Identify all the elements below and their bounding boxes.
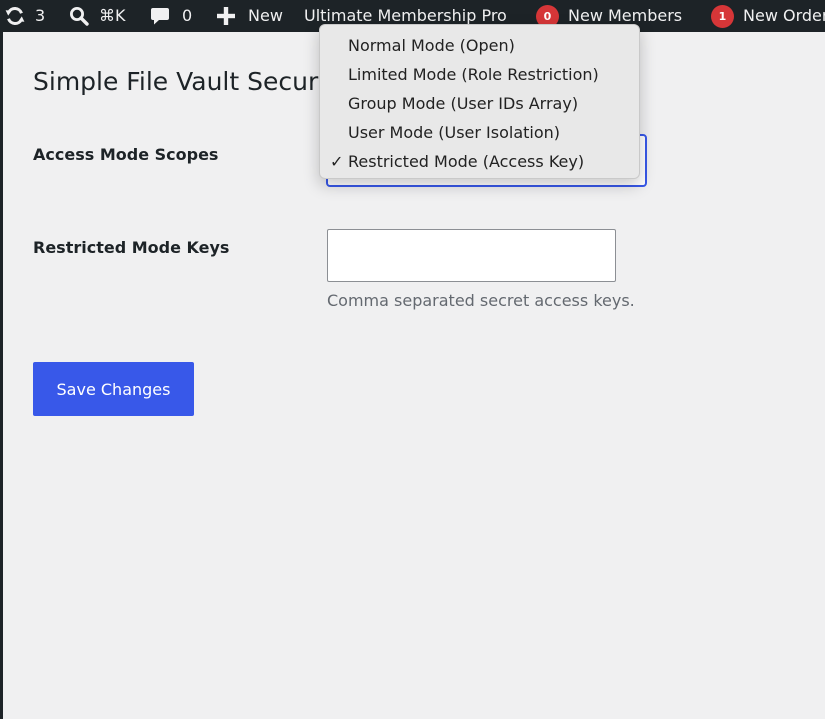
option-group-mode[interactable]: Group Mode (User IDs Array) — [320, 89, 639, 118]
admin-sidebar-edge — [0, 32, 3, 719]
new-label: New — [248, 6, 283, 25]
restricted-keys-description: Comma separated secret access keys. — [327, 291, 635, 310]
new-orders-menu[interactable]: 1 New Orders — [711, 0, 825, 32]
new-orders-badge: 1 — [711, 4, 734, 28]
access-mode-label: Access Mode Scopes — [33, 145, 219, 164]
comments-count: 0 — [182, 6, 193, 25]
checkmark-icon: ✓ — [330, 152, 344, 171]
restricted-keys-label: Restricted Mode Keys — [33, 238, 230, 257]
updates-count: 3 — [35, 6, 46, 25]
comment-icon — [150, 6, 170, 26]
new-orders-label: New Orders — [743, 6, 825, 25]
option-user-mode[interactable]: User Mode (User Isolation) — [320, 118, 639, 147]
updates-menu[interactable]: 3 — [4, 0, 45, 32]
option-label: Normal Mode (Open) — [348, 36, 515, 55]
option-limited-mode[interactable]: Limited Mode (Role Restriction) — [320, 60, 639, 89]
option-label: Restricted Mode (Access Key) — [348, 152, 585, 171]
refresh-icon — [4, 5, 26, 27]
option-restricted-mode[interactable]: ✓ Restricted Mode (Access Key) — [320, 147, 639, 176]
new-content-menu[interactable]: New — [217, 0, 283, 32]
option-label: Limited Mode (Role Restriction) — [348, 65, 599, 84]
page-title: Simple File Vault Security — [33, 67, 350, 96]
option-label: Group Mode (User IDs Array) — [348, 94, 579, 113]
restricted-keys-input[interactable] — [327, 229, 616, 282]
search-icon — [69, 6, 89, 26]
command-search[interactable]: ⌘K — [69, 0, 126, 32]
plus-icon — [217, 7, 235, 25]
option-normal-mode[interactable]: Normal Mode (Open) — [320, 31, 639, 60]
option-label: User Mode (User Isolation) — [348, 123, 561, 142]
comments-menu[interactable]: 0 — [150, 0, 192, 32]
access-mode-dropdown: Normal Mode (Open) Limited Mode (Role Re… — [319, 24, 640, 179]
search-shortcut: ⌘K — [99, 6, 126, 25]
save-changes-button[interactable]: Save Changes — [33, 362, 194, 416]
